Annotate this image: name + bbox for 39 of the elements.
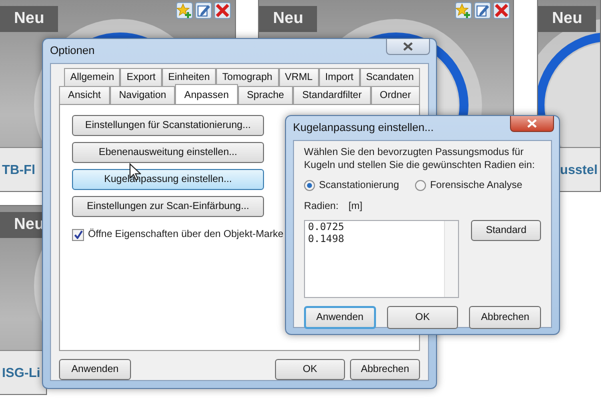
tile-label: usstel	[560, 160, 598, 179]
tab[interactable]: Ansicht	[59, 86, 110, 104]
tab[interactable]: Sprache	[238, 86, 294, 104]
settings-button[interactable]: Kugelanpassung einstellen...	[72, 169, 264, 190]
radio-label: Scanstationierung	[319, 179, 400, 193]
tile-title: Neu	[538, 6, 596, 32]
tab[interactable]: Scandaten	[360, 68, 420, 86]
tab[interactable]: Tomograph	[216, 68, 279, 86]
tile-label: TB-Fl	[2, 160, 36, 179]
tab[interactable]: Import	[318, 68, 360, 86]
tab[interactable]: Standardfilter	[293, 86, 371, 104]
ok-button[interactable]: OK	[386, 306, 458, 329]
instruction-text: Wählen Sie den bevorzugten Passungsmodus für Kugeln und stellen Sie die gewünschten Radien ein:	[304, 147, 536, 172]
tab[interactable]: VRML	[278, 68, 319, 86]
apply-button[interactable]: Anwenden	[59, 359, 131, 380]
ok-button[interactable]: OK	[275, 359, 345, 380]
tab[interactable]: Einheiten	[162, 68, 216, 86]
tile-title: Neu	[259, 6, 318, 32]
tile-title: Neu	[0, 6, 58, 32]
radii-label: Radien:	[304, 200, 338, 214]
settings-button[interactable]: Ebenenausweitung einstellen...	[72, 142, 264, 163]
dialog-title: Kugelanpassung einstellen...	[293, 120, 435, 136]
radio-label: Forensische Analyse	[430, 179, 522, 193]
settings-button[interactable]: Einstellungen für Scanstationierung...	[72, 115, 264, 136]
settings-button[interactable]: Einstellungen zur Scan-Einfärbung...	[72, 196, 264, 217]
tab[interactable]: Export	[120, 68, 162, 86]
radii-list-field[interactable]: 0.0725 0.1498	[304, 220, 460, 298]
tab[interactable]: Navigation	[110, 86, 176, 104]
tab[interactable]: Anpassen	[175, 84, 238, 104]
cancel-button[interactable]: Abbrechen	[469, 306, 542, 329]
tab[interactable]: Allgemein	[64, 68, 120, 86]
window-title: Optionen	[50, 44, 96, 59]
unit-label: [m]	[348, 200, 362, 214]
cancel-button[interactable]: Abbrechen	[350, 359, 420, 380]
standard-button[interactable]: Standard	[471, 220, 541, 241]
tab[interactable]: Ordner	[370, 86, 420, 104]
tile-label: ISG-Li	[2, 364, 40, 382]
apply-button[interactable]: Anwenden	[304, 306, 376, 329]
checkbox-label: Öffne Eigenschaften über den Objekt-Marke	[88, 228, 284, 242]
